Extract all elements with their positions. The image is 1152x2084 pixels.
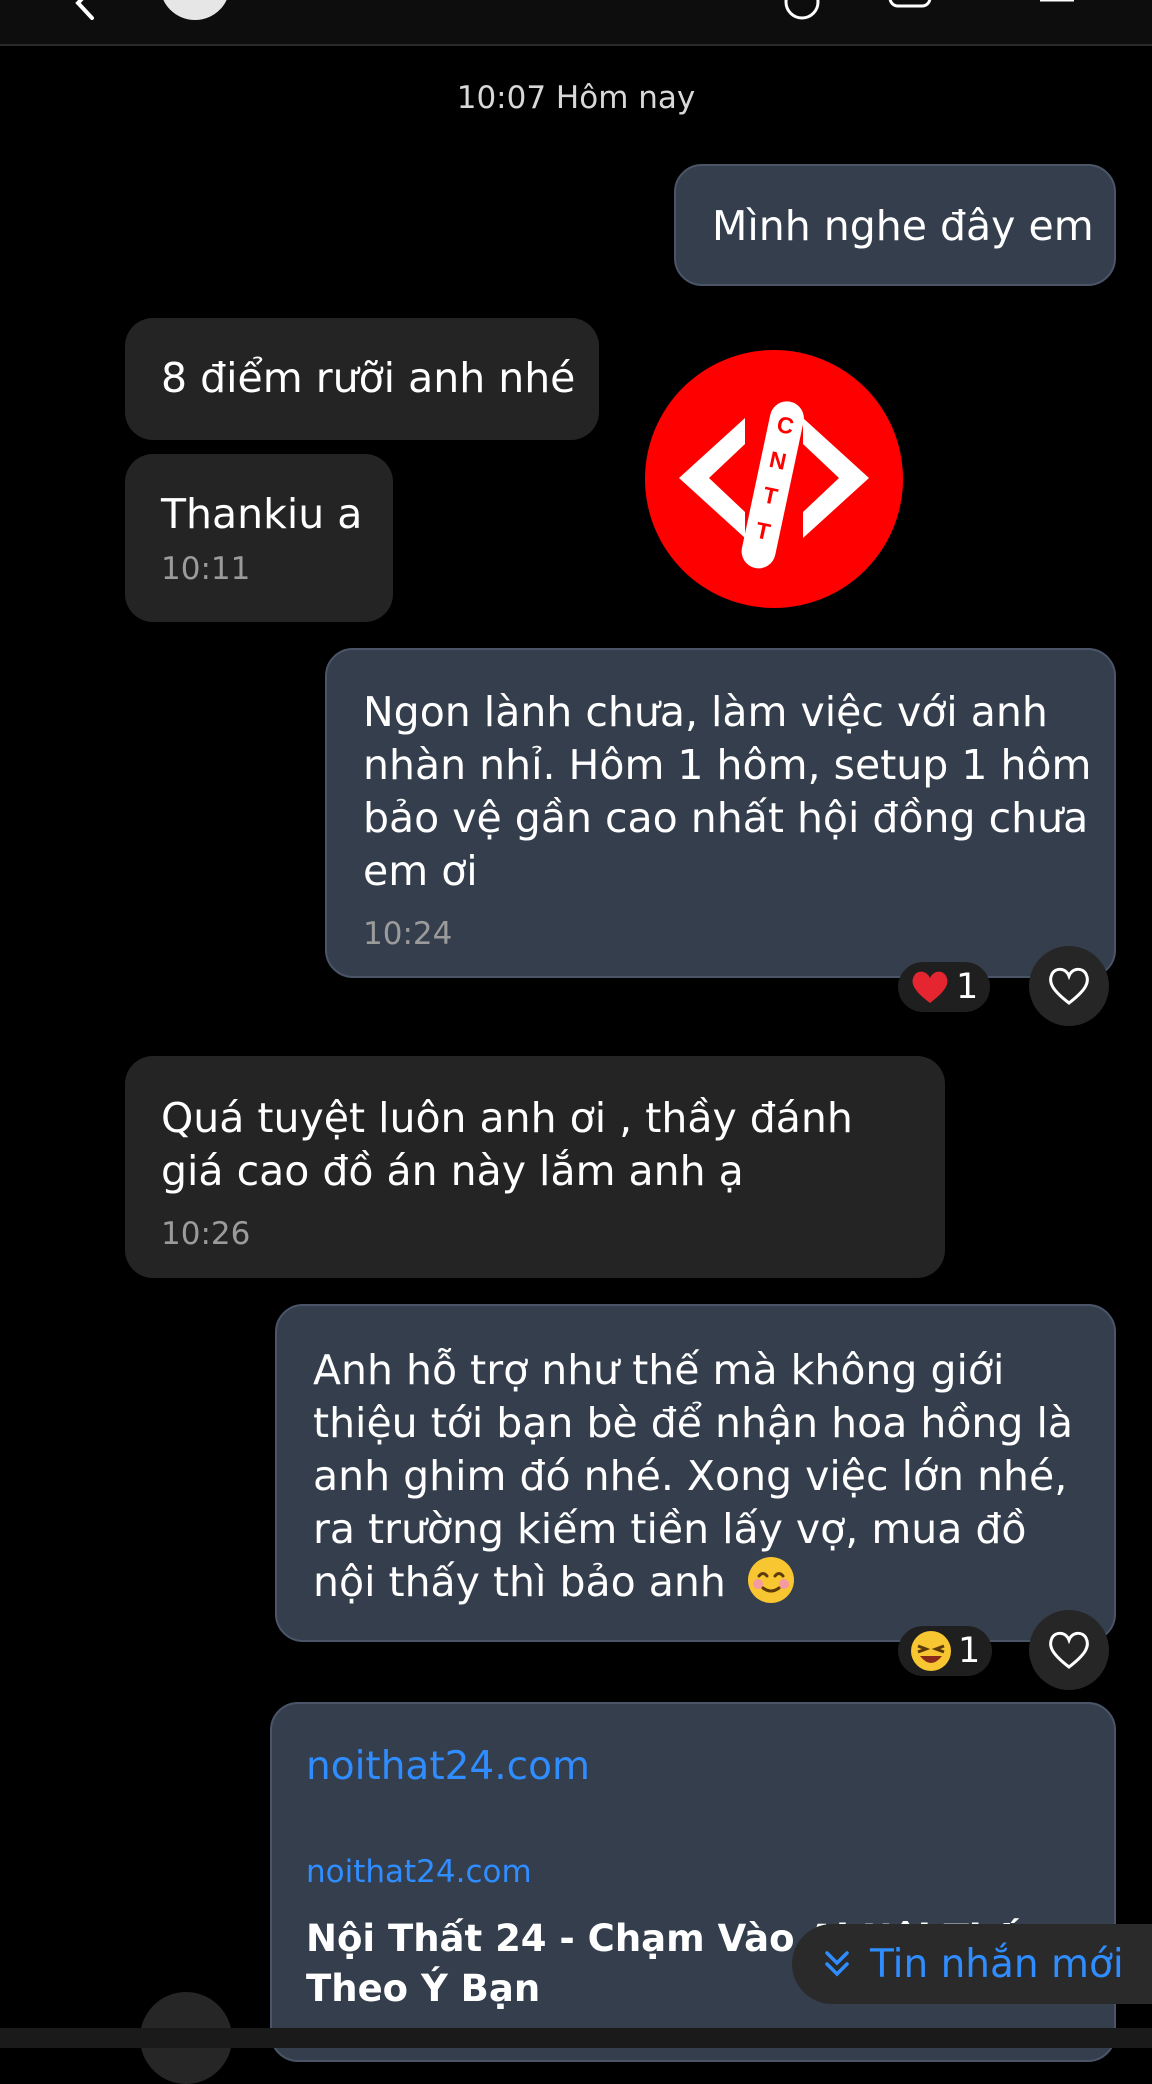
- message-reaction[interactable]: 1: [898, 962, 991, 1012]
- top-bar: [0, 0, 1152, 46]
- react-heart-button[interactable]: [1029, 946, 1109, 1026]
- message-time: 10:11: [161, 551, 251, 587]
- link-domain: noithat24.com: [306, 1854, 532, 1890]
- incoming-message[interactable]: Quá tuyệt luôn anh ơi , thầy đánh giá ca…: [125, 1056, 945, 1278]
- message-reaction[interactable]: 1: [898, 1626, 993, 1676]
- reaction-count: 1: [958, 1631, 981, 1671]
- video-call-icon[interactable]: [888, 0, 932, 32]
- new-message-button[interactable]: Tin nhắn mới: [792, 1924, 1152, 2004]
- double-chevron-down-icon: [825, 1951, 849, 1977]
- new-message-label: Tin nhắn mới: [870, 1941, 1124, 1987]
- menu-icon[interactable]: [1030, 0, 1074, 32]
- outgoing-message[interactable]: Anh hỗ trợ như thế mà không giới thiệu t…: [275, 1304, 1116, 1642]
- react-heart-button[interactable]: [1029, 1610, 1109, 1690]
- phone-icon[interactable]: [780, 0, 824, 32]
- message-text: Mình nghe đây em: [712, 202, 1094, 250]
- incoming-message[interactable]: Thankiu a 10:11: [125, 454, 393, 622]
- cntt-sticker[interactable]: C N T T: [645, 350, 903, 608]
- message-time: 10:24: [363, 916, 453, 952]
- message-text: Anh hỗ trợ như thế mà không giới thiệu t…: [313, 1346, 1073, 1606]
- smiling-face-emoji-icon: [747, 1557, 794, 1603]
- message-time: 10:26: [161, 1216, 251, 1252]
- bottom-bar: [0, 2028, 1152, 2048]
- link-url[interactable]: noithat24.com: [306, 1744, 590, 1789]
- back-arrow-icon[interactable]: [70, 0, 104, 20]
- outgoing-message[interactable]: Ngon lành chưa, làm việc với anh nhàn nh…: [325, 648, 1116, 978]
- incoming-message[interactable]: 8 điểm rưỡi anh nhé: [125, 318, 599, 440]
- message-text: Ngon lành chưa, làm việc với anh nhàn nh…: [363, 688, 1092, 895]
- heart-outline-icon: [1049, 1631, 1089, 1669]
- link-preview-card[interactable]: noithat24.com noithat24.com Nội Thất 24 …: [270, 1702, 1116, 2062]
- red-heart-emoji-icon: [912, 971, 948, 1003]
- outgoing-message[interactable]: Mình nghe đây em: [674, 164, 1116, 286]
- heart-outline-icon: [1049, 967, 1089, 1005]
- reaction-count: 1: [956, 967, 979, 1007]
- message-text: 8 điểm rưỡi anh nhé: [161, 354, 576, 402]
- contact-avatar[interactable]: [160, 0, 230, 20]
- message-text: Thankiu a: [161, 490, 363, 538]
- laughing-face-emoji-icon: [911, 1631, 951, 1671]
- message-text: Quá tuyệt luôn anh ơi , thầy đánh giá ca…: [161, 1094, 853, 1195]
- conversation-timestamp: 10:07 Hôm nay: [456, 80, 696, 116]
